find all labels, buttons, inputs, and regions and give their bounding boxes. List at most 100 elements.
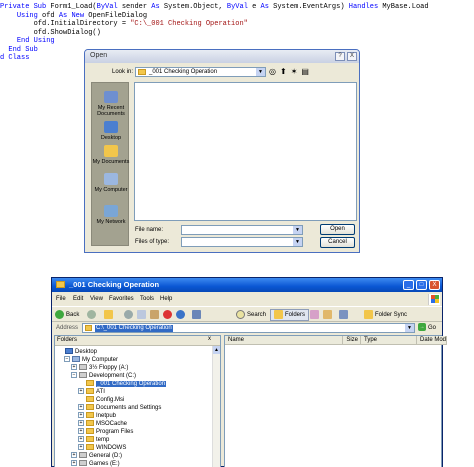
folder-sync-button[interactable]: Folder Sync	[364, 310, 407, 320]
views-button[interactable]	[192, 310, 203, 320]
menu-edit[interactable]: Edit	[73, 296, 83, 302]
back-icon[interactable]: ◎	[269, 67, 276, 77]
address-value: C:\_001 Checking Operation	[95, 325, 173, 332]
tree-item-label: MSOCache	[96, 421, 128, 427]
undo-button[interactable]	[176, 310, 187, 320]
column-header-name[interactable]: Name	[225, 336, 343, 345]
menu-view[interactable]: View	[90, 296, 103, 302]
look-in-dropdown[interactable]: _001 Checking Operation ▼	[135, 67, 266, 77]
up-button[interactable]	[104, 310, 115, 320]
expand-icon[interactable]: +	[78, 404, 84, 411]
paste-button[interactable]	[150, 310, 161, 320]
place-network[interactable]: My Network	[92, 205, 130, 225]
explorer-close-button[interactable]: X	[429, 280, 440, 290]
expand-icon[interactable]: +	[71, 460, 77, 467]
cut-icon	[124, 310, 133, 319]
minimize-button[interactable]: _	[403, 280, 414, 290]
code-token: ofd	[37, 11, 59, 20]
views-icon[interactable]: ▤	[301, 67, 309, 77]
place-desktop[interactable]: Desktop	[92, 121, 130, 141]
expand-icon[interactable]: +	[78, 444, 84, 451]
dialog-close-button[interactable]: X	[347, 52, 357, 61]
delete-icon	[163, 310, 172, 319]
tree-item[interactable]: Config.Msi	[78, 396, 124, 404]
search-label: Search	[247, 312, 267, 319]
collapse-icon[interactable]: −	[64, 356, 70, 363]
place-computer[interactable]: My Computer	[92, 173, 130, 193]
open-button[interactable]: Open	[320, 224, 355, 235]
chevron-down-icon[interactable]: ▼	[293, 238, 302, 246]
expand-icon[interactable]: +	[78, 428, 84, 435]
files-of-type-select[interactable]: ▼	[181, 237, 303, 247]
tree-item[interactable]: + ATI	[78, 388, 105, 396]
code-token: End Using	[16, 37, 55, 45]
tree-item[interactable]: _001 Checking Operation	[78, 380, 167, 388]
scroll-up-icon[interactable]: ▲	[213, 346, 220, 354]
computer-icon	[72, 356, 80, 363]
forward-button[interactable]	[87, 310, 98, 320]
file-list-pane[interactable]: Name Size Type Date Mod	[224, 335, 447, 467]
menu-favorites[interactable]: Favorites	[109, 296, 134, 302]
folders-button[interactable]: Folders	[270, 309, 310, 321]
up-folder-icon[interactable]: ⬆	[280, 67, 287, 77]
expand-icon[interactable]: +	[78, 420, 84, 427]
code-token: sender	[117, 3, 152, 11]
tree-item[interactable]: − Development (C:)	[71, 372, 136, 380]
folders-scrollbar[interactable]: ▲	[212, 346, 220, 467]
code-token: Handles	[348, 3, 379, 11]
drive-icon	[79, 460, 87, 467]
menu-file[interactable]: File	[56, 296, 66, 302]
expand-icon[interactable]: +	[78, 388, 84, 395]
expand-icon[interactable]: +	[71, 364, 77, 371]
maximize-button[interactable]: □	[416, 280, 427, 290]
place-documents[interactable]: My Documents	[92, 145, 130, 165]
cut-button[interactable]	[124, 310, 135, 320]
tree-item[interactable]: + MSOCache	[78, 420, 127, 428]
tree-item-label: My Computer	[82, 357, 119, 363]
copy-button[interactable]	[137, 310, 148, 320]
delete-button[interactable]	[163, 310, 174, 320]
tree-item[interactable]: + Games (E:)	[71, 460, 120, 467]
dialog-title-bar[interactable]: Open ? X	[85, 50, 359, 63]
column-header-date-mod[interactable]: Date Mod	[417, 336, 447, 345]
copy-to-icon	[323, 310, 332, 319]
chevron-down-icon[interactable]: ▼	[293, 226, 302, 234]
folders-pane: Folders x Desktop − My Computer +3½ Floppy …	[54, 335, 221, 467]
search-icon	[236, 310, 245, 319]
column-header-type[interactable]: Type	[361, 336, 417, 345]
search-button[interactable]: Search	[236, 310, 266, 320]
expand-icon[interactable]: +	[78, 436, 84, 443]
tree-item[interactable]: + Documents and Settings	[78, 404, 161, 412]
place-recent[interactable]: My Recent Documents	[92, 91, 130, 117]
menu-help[interactable]: Help	[160, 296, 172, 302]
tree-item[interactable]: + Inetpub	[78, 412, 116, 420]
tree-item[interactable]: + temp	[78, 436, 109, 444]
column-header-size[interactable]: Size	[343, 336, 361, 345]
file-name-input[interactable]: ▼	[181, 225, 303, 235]
menu-tools[interactable]: Tools	[140, 296, 154, 302]
tree-item[interactable]: + General (D:)	[71, 452, 122, 460]
back-button[interactable]: Back	[55, 310, 79, 320]
tree-item[interactable]: +3½ Floppy (A:)	[71, 364, 128, 372]
tree-item[interactable]: − My Computer	[64, 356, 118, 364]
copy-to-button[interactable]	[323, 310, 334, 320]
expand-icon[interactable]: +	[78, 412, 84, 419]
cancel-button[interactable]: Cancel	[320, 237, 355, 248]
new-folder-icon[interactable]: ✶	[291, 67, 298, 77]
folders-pane-close-button[interactable]: x	[208, 336, 211, 342]
chevron-down-icon[interactable]: ▼	[405, 324, 414, 332]
help-button[interactable]: ?	[335, 52, 345, 61]
tree-item[interactable]: Desktop	[57, 348, 97, 356]
go-button[interactable]: → Go	[418, 323, 436, 333]
collapse-icon[interactable]: −	[71, 372, 77, 379]
address-input[interactable]: C:\_001 Checking Operation ▼	[82, 323, 415, 333]
file-list-area[interactable]	[134, 82, 357, 221]
expand-icon[interactable]: +	[71, 452, 77, 459]
tree-item[interactable]: + Program Files	[78, 428, 133, 436]
explorer-title-bar[interactable]: _001 Checking Operation _ □ X	[52, 278, 442, 292]
chevron-down-icon[interactable]: ▼	[256, 68, 265, 76]
folders-pane-header: Folders x	[55, 336, 220, 346]
tree-item[interactable]: + WINDOWS	[78, 444, 126, 452]
move-to-button[interactable]	[310, 310, 321, 320]
view-menu-button[interactable]	[339, 310, 350, 320]
